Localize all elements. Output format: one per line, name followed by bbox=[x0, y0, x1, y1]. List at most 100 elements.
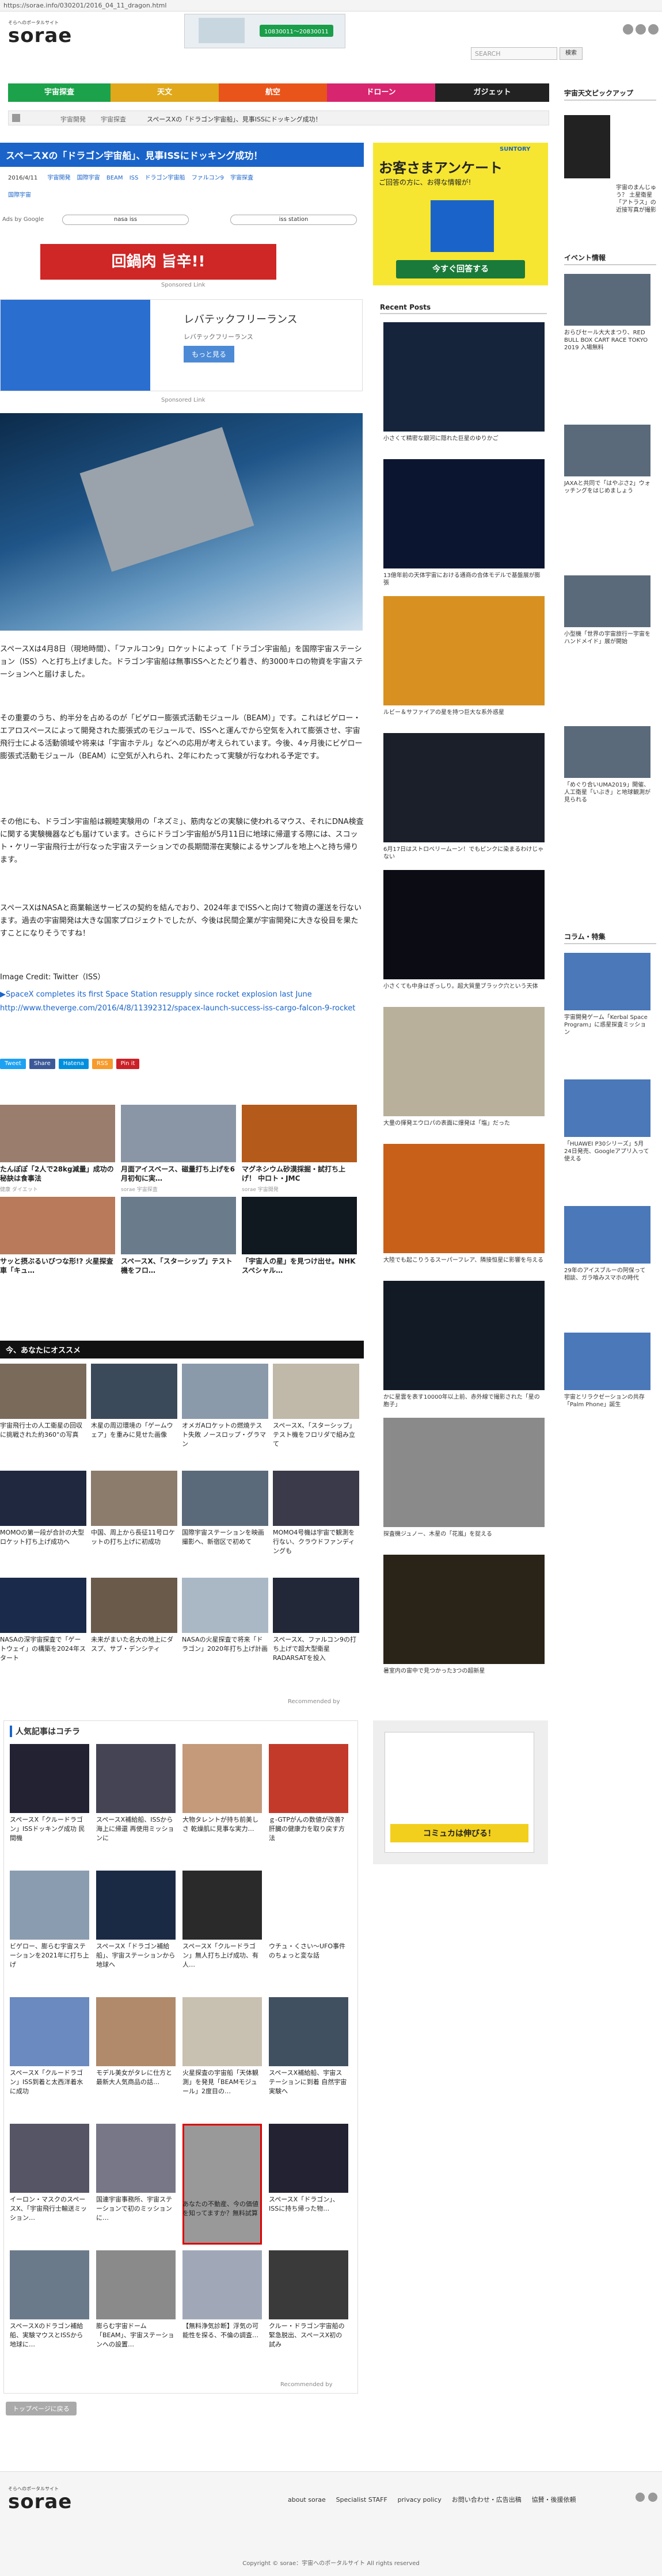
rss-icon[interactable] bbox=[648, 24, 659, 35]
column-item[interactable]: 「HUAWEI P30シリーズ」5月24日発売、Googleアプリ入って使える bbox=[564, 1140, 650, 1163]
site-logo[interactable]: そらへのポータルサイト sorae bbox=[8, 20, 72, 45]
recommend-item[interactable]: NASAの深宇宙探査で「ゲートウェイ」の構築を2024年スタート bbox=[0, 1635, 86, 1663]
source-link-url[interactable]: http://www.theverge.com/2016/4/8/1139231… bbox=[0, 1002, 364, 1015]
promo-thumb-5[interactable] bbox=[242, 1197, 357, 1254]
column-thumb[interactable] bbox=[564, 1206, 650, 1264]
recommend-item[interactable]: 宇宙飛行士の人工衛星の回収に挑戦された約360°の写真 bbox=[0, 1421, 86, 1440]
tag-2[interactable]: BEAM bbox=[106, 175, 123, 181]
tweet-button[interactable]: Tweet bbox=[0, 1059, 26, 1069]
popular-item[interactable]: モデル美女がタレに仕方と最新大人気商品の話… bbox=[96, 2069, 176, 2087]
recommend-item[interactable]: 未来がまいた名大の地上にダスプ、サブ・デンシティ bbox=[91, 1635, 177, 1654]
event-item[interactable]: おらびセール大大まつり、RED BULL BOX CART RACE TOKYO… bbox=[564, 329, 650, 352]
popular-thumb[interactable] bbox=[96, 2124, 176, 2193]
recommend-thumb[interactable] bbox=[91, 1364, 177, 1419]
recommend-thumb[interactable] bbox=[182, 1364, 268, 1419]
popular-item[interactable]: ｇ-GTPがんの数値が改善? 肝臓の健康力を取り戻す方法 bbox=[269, 1815, 348, 1843]
popular-item[interactable]: あなたの不動産、今の価値を知ってますか？無料試算 bbox=[182, 2200, 262, 2218]
popular-thumb[interactable] bbox=[96, 1997, 176, 2066]
search-button[interactable]: 検索 bbox=[560, 47, 583, 60]
popular-thumb[interactable] bbox=[10, 2124, 89, 2193]
recent-post-thumb[interactable] bbox=[383, 459, 545, 568]
popular-thumb[interactable] bbox=[269, 2124, 348, 2193]
sidebar-survey-ad[interactable]: SUNTORY お客さまアンケート ご回答の方に、お得な情報が! 今すぐ回答する bbox=[373, 143, 548, 285]
recommend-thumb[interactable] bbox=[91, 1471, 177, 1526]
footer-link-staff[interactable]: Specialist STAFF bbox=[336, 2496, 387, 2504]
recommend-thumb[interactable] bbox=[182, 1578, 268, 1633]
promo-title-0[interactable]: たんぽぽ「2人で28kg減量」成功の秘訣は食事法 bbox=[0, 1165, 115, 1183]
popular-item[interactable]: 膨らむ宇宙ドーム「BEAM」、宇宙ステーションへの設置… bbox=[96, 2322, 176, 2349]
popular-item[interactable]: 大物タレントが持ち前美しさ 乾燥肌に見事な実力… bbox=[182, 1815, 262, 1834]
column-thumb[interactable] bbox=[564, 953, 650, 1010]
footer-facebook-icon[interactable] bbox=[648, 2493, 657, 2502]
recommend-thumb[interactable] bbox=[0, 1471, 86, 1526]
tag-secondary[interactable]: 国際宇宙 bbox=[8, 190, 31, 199]
event-item[interactable]: 「めぐり合いUMA2019」開催、人工衛星「いぶき」と地球観測が見られる bbox=[564, 781, 650, 804]
ad-pill-nasa-iss[interactable]: nasa iss bbox=[62, 215, 189, 225]
twitter-icon[interactable] bbox=[623, 24, 633, 35]
promo-title-3[interactable]: サッと摂ぶるいびつな形!? 火星探査車「キュ… bbox=[0, 1257, 115, 1275]
popular-item[interactable]: ビゲロー、膨らむ宇宙ステーションを2021年に打ち上げ bbox=[10, 1942, 89, 1970]
popular-item[interactable]: スペースX「ドラゴン」、ISSに持ち帰った物… bbox=[269, 2195, 348, 2214]
column-item[interactable]: 29年のアイスブルーの阿保って相談、ガラ喰みスマホの時代 bbox=[564, 1267, 650, 1282]
event-item[interactable]: 小型機「世界の宇宙旅行ー宇宙をハンドメイド」展が開始 bbox=[564, 631, 650, 646]
popular-thumb[interactable] bbox=[182, 1997, 262, 2066]
recommend-thumb[interactable] bbox=[182, 1471, 268, 1526]
popular-thumb[interactable] bbox=[269, 1997, 348, 2066]
nav-item-gadget[interactable]: ガジェット bbox=[435, 83, 549, 102]
recommend-item[interactable]: MOMOの第一段が合計の大型ロケット打ち上げ成功へ bbox=[0, 1528, 86, 1547]
promo-title-5[interactable]: 「宇宙人の星」を見つけ出せ。NHKスペシャル… bbox=[242, 1257, 357, 1275]
popular-item[interactable]: クルー・ドラゴン宇宙船の緊急脱出、スペースX初の試み bbox=[269, 2322, 348, 2349]
recent-post-title[interactable]: 小さくて精密な銀河に隠れた巨星のゆりかご bbox=[383, 435, 545, 442]
column-thumb[interactable] bbox=[564, 1079, 650, 1137]
popular-thumb[interactable] bbox=[10, 2250, 89, 2319]
recent-post-title[interactable]: かに星雲を表す10000年以上前、赤外線で撮影された「星の胞子」 bbox=[383, 1394, 545, 1409]
footer-link-contact[interactable]: お問い合わせ・広告出稿 bbox=[452, 2496, 522, 2504]
recommend-item[interactable]: スペースX、ファルコン9の打ち上げで超大型衛星 RADARSATを投入 bbox=[273, 1635, 359, 1663]
tag-3[interactable]: ISS bbox=[130, 175, 139, 181]
sidebar-ad-2[interactable]: コミュカは伸びる！ bbox=[373, 1720, 548, 1864]
popular-item[interactable]: スペースXのドラゴン補給船、実験マウスとISSから地球に… bbox=[10, 2322, 89, 2349]
recent-post-title[interactable]: 13億年前の天体宇宙における通商の合体モデルで基盤展が膨張 bbox=[383, 572, 545, 587]
tag-0[interactable]: 宇宙開発 bbox=[47, 175, 70, 181]
footer-link-privacy[interactable]: privacy policy bbox=[398, 2496, 442, 2504]
recent-post-title[interactable]: 暑室内の宙中で見つかった3つの超新星 bbox=[383, 1667, 545, 1675]
header-map-ad[interactable]: 10830011〜20830011 bbox=[184, 14, 345, 48]
popular-item[interactable]: スペースX「クルードラゴン」無人打ち上げ成功、有人… bbox=[182, 1942, 262, 1970]
popular-thumb[interactable] bbox=[182, 2250, 262, 2319]
popular-item[interactable]: ウチュ・くさい〜UFO事件のちょっと変な話 bbox=[269, 1942, 348, 1960]
popular-thumb[interactable] bbox=[10, 1744, 89, 1813]
tag-6[interactable]: 宇宙探査 bbox=[230, 175, 253, 181]
pinterest-button[interactable]: Pin it bbox=[116, 1059, 140, 1069]
popular-item[interactable]: スペースX「クルードラゴン」ISSドッキング成功 民間機 bbox=[10, 1815, 89, 1843]
footer-logo[interactable]: そらへのポータルサイト sorae bbox=[8, 2486, 72, 2512]
popular-item[interactable]: スペースX補給船、宇宙ステーションに到着 自然宇宙実験へ bbox=[269, 2069, 348, 2096]
recent-post-thumb[interactable] bbox=[383, 733, 545, 842]
recommend-item[interactable]: NASAの火星探査で将来「ドラゴン」2020年打ち上げ計画 bbox=[182, 1635, 268, 1654]
survey-cta-button[interactable]: 今すぐ回答する bbox=[396, 260, 525, 278]
popular-thumb[interactable] bbox=[96, 1744, 176, 1813]
nav-item-drone[interactable]: ドローン bbox=[327, 83, 435, 102]
banner-ad[interactable]: 回鍋肉 旨辛!! bbox=[40, 244, 276, 280]
nav-item-space-exploration[interactable]: 宇宙探査 bbox=[8, 83, 111, 102]
recent-post-thumb[interactable] bbox=[383, 1144, 545, 1253]
column-item[interactable]: 宇宙とリラクゼーションの共存「Palm Phone」誕生 bbox=[564, 1394, 650, 1409]
tag-5[interactable]: ファルコン9 bbox=[192, 175, 224, 181]
nav-item-astronomy[interactable]: 天文 bbox=[111, 83, 219, 102]
popular-item[interactable]: スペースX「ドラゴン補給船」、宇宙ステーションから地球へ bbox=[96, 1942, 176, 1970]
native-ad-button[interactable]: もっと見る bbox=[184, 346, 235, 362]
popular-thumb[interactable] bbox=[96, 2250, 176, 2319]
promo-thumb-3[interactable] bbox=[0, 1197, 115, 1254]
event-thumb[interactable] bbox=[564, 726, 650, 778]
facebook-icon[interactable] bbox=[636, 24, 646, 35]
pickup-thumb[interactable] bbox=[564, 115, 610, 178]
footer-link-about[interactable]: about sorae bbox=[288, 2496, 326, 2504]
popular-item[interactable]: スペースX「クルードラゴン」ISS到着と太西洋着水に成功 bbox=[10, 2069, 89, 2096]
recent-post-thumb[interactable] bbox=[383, 322, 545, 432]
popular-thumb[interactable] bbox=[10, 1871, 89, 1940]
promo-thumb-2[interactable] bbox=[242, 1105, 357, 1162]
event-thumb[interactable] bbox=[564, 575, 650, 627]
recent-post-thumb[interactable] bbox=[383, 1418, 545, 1527]
recent-post-title[interactable]: 探査機ジュノー、木星の「花嵐」を捉える bbox=[383, 1531, 545, 1538]
recent-post-thumb[interactable] bbox=[383, 1007, 545, 1116]
breadcrumb-item-0[interactable]: 宇宙開発 bbox=[60, 115, 86, 124]
